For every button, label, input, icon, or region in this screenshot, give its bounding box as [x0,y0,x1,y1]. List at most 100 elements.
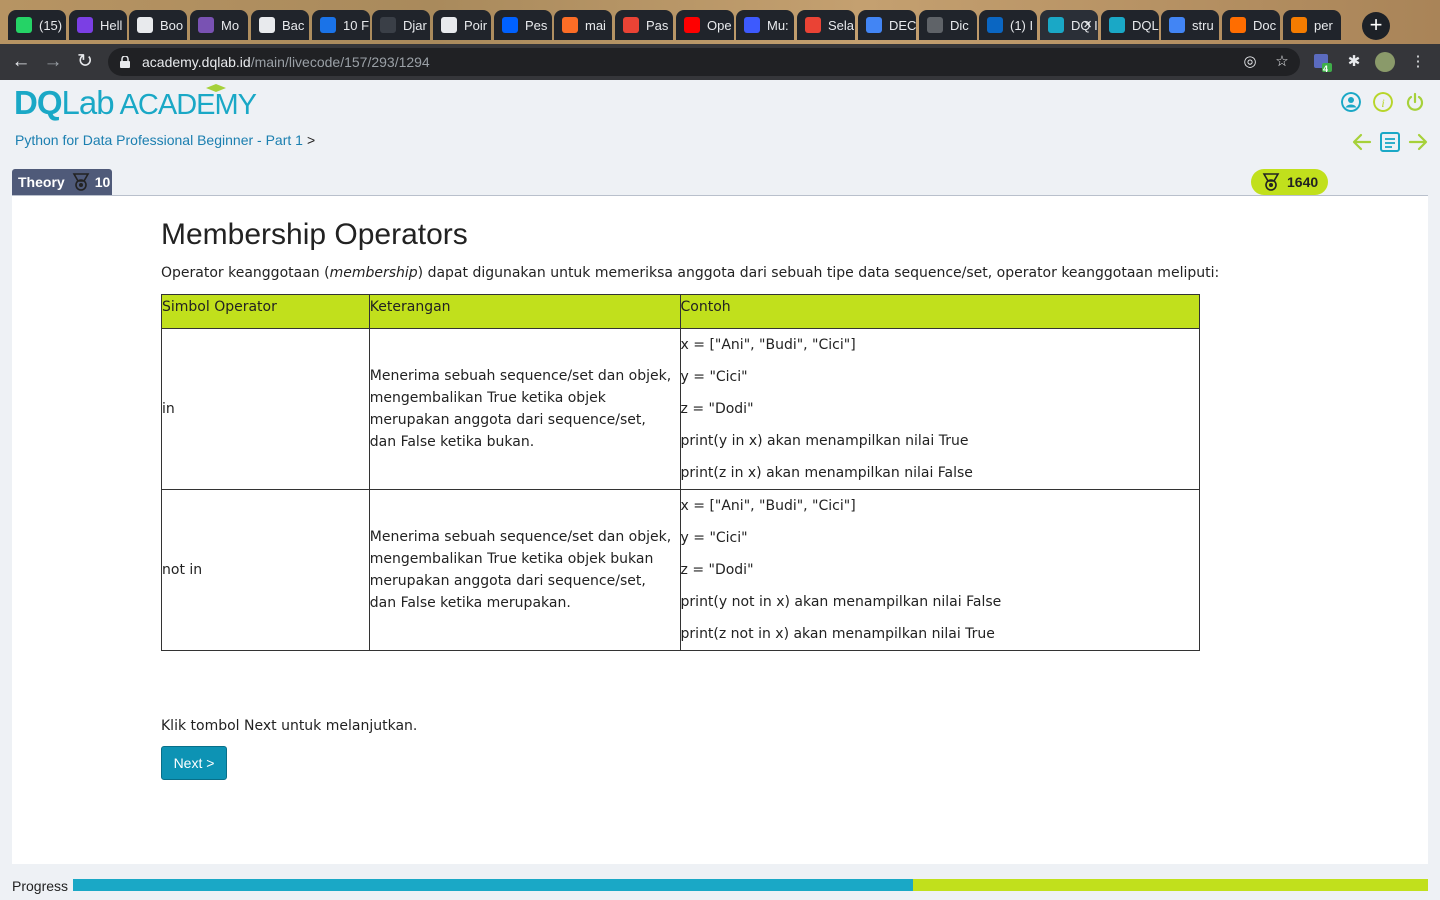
profile-avatar[interactable] [1375,52,1395,72]
progress-label: Progress [12,878,69,894]
browser-tab[interactable]: Pas [615,10,673,40]
arc-icon [1230,17,1246,33]
gmail-icon [805,17,821,33]
example-line: print(y in x) akan menampilkan nilai Tru… [680,433,969,449]
lesson-intro: Operator keanggotaan (membership) dapat … [161,265,1219,281]
progress-bar [73,879,1428,891]
info-icon[interactable]: i [1373,92,1393,112]
points-badge: 1640 [1251,169,1328,195]
youtube-icon [684,17,700,33]
bookmark-star-icon[interactable]: ☆ [1273,53,1291,71]
table-header-row: Simbol Operator Keterangan Contoh [161,294,1201,329]
browser-tab[interactable]: (15) [8,10,66,40]
browser-tab-label: per [1314,17,1333,33]
browser-toolbar: ← → ↻ academy.dqlab.id/main/livecode/157… [0,44,1440,80]
example-line: y = "Cici" [680,530,748,546]
logo-lab: Lab [61,84,115,121]
address-bar[interactable]: academy.dqlab.id/main/livecode/157/293/1… [108,48,1300,76]
close-tab-icon[interactable]: × [1083,16,1092,33]
shield-icon [744,17,760,33]
prev-arrow-icon[interactable] [1350,130,1374,154]
gmail-icon [623,17,639,33]
operators-table: Simbol Operator Keterangan Contoh in Men… [161,294,1201,651]
url-domain: academy.dqlab.id [142,54,251,70]
browser-tab-label: mai [585,17,606,33]
linkedin-icon [987,17,1003,33]
dqlab-icon [1048,17,1064,33]
example-line: z = "Dodi" [680,401,754,417]
example-line: print(z not in x) akan menampilkan nilai… [680,626,995,642]
browser-tab[interactable]: DEC [858,10,916,40]
user-profile-icon[interactable] [1341,92,1361,112]
operator-symbol: in [161,328,370,490]
browser-tab-label: stru [1192,17,1214,33]
column-header-example: Contoh [679,294,1201,329]
browser-tab[interactable]: Djar [372,10,430,40]
medal-icon [72,173,90,191]
browser-tab[interactable]: Ope [676,10,734,40]
puzzle-icon[interactable]: ✱ [1344,52,1364,72]
browser-tab[interactable]: mai [554,10,612,40]
browser-tab-label: Dic [950,17,969,33]
intro-text-end: ) dapat digunakan untuk memeriksa anggot… [417,265,1220,281]
reload-icon[interactable]: ↻ [72,49,98,75]
operator-example: x = ["Ani", "Budi", "Cici"] y = "Cici" z… [679,328,1201,490]
lock-icon [120,56,130,68]
next-button[interactable]: Next > [161,746,227,780]
browser-tab[interactable]: (1) I [979,10,1037,40]
browser-tab-label: Doc [1253,17,1277,33]
browser-tab[interactable]: Sela [797,10,855,40]
browser-tab-label: Sela [828,17,855,33]
table-row: in Menerima sebuah sequence/set dan obje… [161,328,1201,490]
logo-academy: ACADEMY [119,89,257,121]
list-menu-icon[interactable] [1378,130,1402,154]
browser-tab[interactable]: Pes [494,10,552,40]
intro-text-start: Operator keanggotaan ( [161,265,330,281]
browser-tab[interactable]: DQ I × [1040,10,1098,40]
logo-dq: DQ [14,84,62,121]
power-icon[interactable] [1405,92,1425,112]
braces-icon [380,17,396,33]
theory-badge: Theory 10 [12,169,112,195]
next-arrow-icon[interactable] [1406,130,1430,154]
browser-tab[interactable]: Mo [190,10,248,40]
browser-tab-label: Pes [525,17,548,33]
browser-tab[interactable]: Doc [1222,10,1280,40]
browser-tab-label: Ope [707,17,732,33]
example-line: print(z in x) akan menampilkan nilai Fal… [680,465,973,481]
browser-tab[interactable]: Poir [433,10,491,40]
browser-tab[interactable]: 10 F [312,10,370,40]
column-header-description: Keterangan [368,294,681,329]
new-tab-button[interactable]: + [1362,12,1390,40]
operator-description: Menerima sebuah sequence/set dan objek, … [368,328,681,490]
operator-symbol: not in [161,489,370,651]
bootstrap-icon [198,17,214,33]
gitlab-icon [562,17,578,33]
back-icon[interactable]: ← [8,49,34,75]
example-line: y = "Cici" [680,369,748,385]
dqlab-logo[interactable]: DQ Lab ACADEMY [14,84,257,122]
browser-tab[interactable]: Hell [69,10,127,40]
graduation-cap-icon [206,84,226,92]
browser-tab-label: Djar [403,17,427,33]
browser-tab-label: DEC [889,17,916,33]
url-path: /main/livecode/157/293/1294 [250,54,430,70]
browser-tab[interactable]: stru [1161,10,1219,40]
breadcrumb-course-link[interactable]: Python for Data Professional Beginner - … [15,132,303,148]
menu-kebab-icon[interactable]: ⋮ [1408,52,1428,72]
forward-icon[interactable]: → [40,49,66,75]
globe-icon [441,17,457,33]
browser-tab[interactable]: DQL [1101,10,1159,40]
breadcrumb-separator: > [306,132,316,148]
intro-emphasis: membership [329,265,418,281]
browser-tab-strip: + (15) Hell Boo Mo Bac 10 F Djar Poir Pes mai Pas O… [0,0,1440,44]
eye-off-icon[interactable]: ◎ [1241,53,1259,71]
browser-tab[interactable]: per [1283,10,1341,40]
browser-tab[interactable]: Dic [919,10,977,40]
url-text: academy.dqlab.id/main/livecode/157/293/1… [142,54,430,70]
extension-devtools-icon[interactable] [1312,52,1332,72]
browser-tab[interactable]: Mu: [736,10,794,40]
browser-tab[interactable]: Boo [129,10,187,40]
points-value: 1640 [1287,174,1319,190]
browser-tab[interactable]: Bac [251,10,309,40]
